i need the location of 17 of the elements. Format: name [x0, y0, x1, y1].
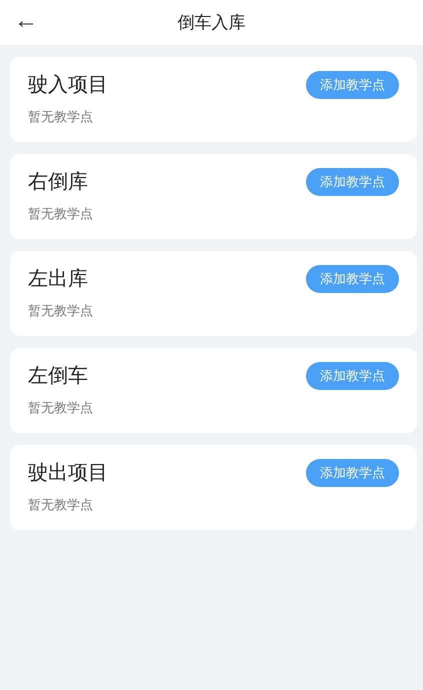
item-subtitle: 暂无教学点 — [28, 206, 93, 223]
item-subtitle: 暂无教学点 — [28, 109, 94, 126]
item-subtitle: 暂无教学点 — [28, 400, 93, 417]
add-teaching-point-button[interactable]: 添加教学点 — [306, 168, 399, 196]
add-teaching-point-button[interactable]: 添加教学点 — [306, 362, 399, 390]
page-title: 倒车入库 — [178, 12, 246, 34]
item-subtitle: 暂无教学点 — [28, 303, 93, 320]
item-title: 左出库 — [28, 265, 89, 292]
add-teaching-point-button[interactable]: 添加教学点 — [306, 459, 399, 487]
item-title: 驶出项目 — [28, 459, 108, 486]
item-title: 驶入项目 — [28, 71, 108, 98]
add-teaching-point-button[interactable]: 添加教学点 — [306, 265, 399, 293]
item-title: 右倒库 — [28, 168, 89, 195]
item-subtitle: 暂无教学点 — [28, 497, 94, 514]
back-button[interactable]: ← — [0, 8, 38, 36]
add-teaching-point-button[interactable]: 添加教学点 — [306, 71, 399, 99]
item-title: 左倒车 — [28, 362, 89, 389]
